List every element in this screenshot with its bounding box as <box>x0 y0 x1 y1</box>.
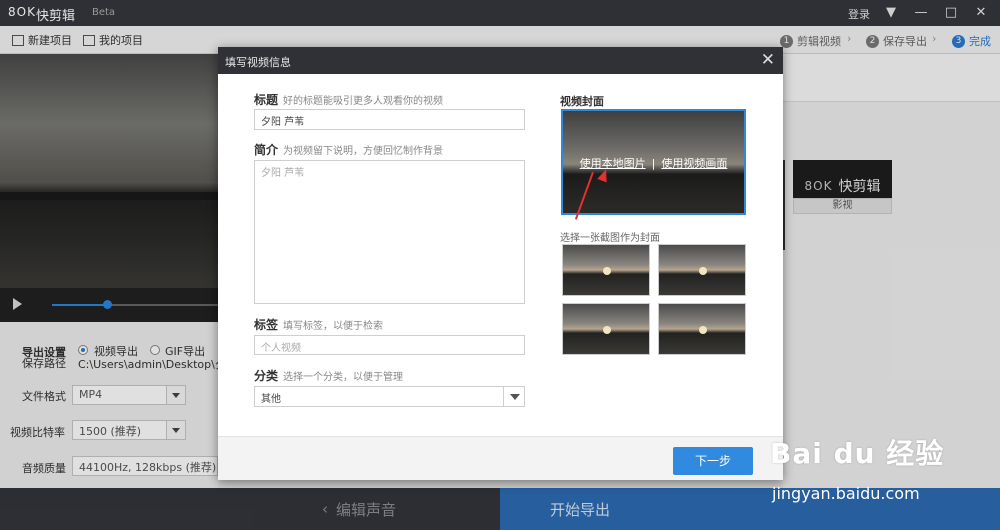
chevron-down-icon[interactable] <box>503 387 525 406</box>
cover-screenshot[interactable] <box>658 244 746 296</box>
category-select[interactable]: 其他 <box>254 386 525 407</box>
intro-textarea[interactable]: 夕阳 芦苇 <box>254 160 525 304</box>
sun-highlight <box>603 326 611 334</box>
sun-highlight <box>603 267 611 275</box>
cover-title: 视频封面 <box>560 95 604 108</box>
title-bar: 8OK 快剪辑 Beta 登录 ▼ — □ ✕ <box>0 0 1000 26</box>
sun-highlight <box>699 326 707 334</box>
watermark-url: jingyan.baidu.com <box>772 484 920 503</box>
screenshot-hint: 选择一张截图作为封面 <box>560 233 660 244</box>
sun-highlight <box>699 267 707 275</box>
app-beta-tag: Beta <box>92 7 116 18</box>
title-input[interactable]: 夕阳 芦苇 <box>254 109 525 130</box>
tags-input[interactable]: 个人视频 <box>254 335 525 355</box>
tags-field-label: 标签 填写标签，以便于检索 <box>254 316 383 333</box>
cover-preview: 使用本地图片 | 使用视频画面 <box>561 109 746 215</box>
category-label: 分类 <box>254 369 279 383</box>
title-label: 标题 <box>254 93 279 107</box>
cover-screenshot[interactable] <box>562 244 650 296</box>
use-local-image-link[interactable]: 使用本地图片 <box>580 157 646 170</box>
dialog-footer: 下一步 <box>218 436 783 480</box>
maximize-icon[interactable]: □ <box>940 3 962 23</box>
app-name: 快剪辑 <box>36 9 76 24</box>
cover-screenshot[interactable] <box>658 303 746 355</box>
use-video-frame-link[interactable]: 使用视频画面 <box>661 157 727 170</box>
login-link[interactable]: 登录 <box>848 6 870 22</box>
close-icon[interactable]: ✕ <box>970 3 992 23</box>
category-hint: 选择一个分类，以便于管理 <box>283 372 404 383</box>
minimize-icon[interactable]: — <box>910 3 932 23</box>
title-field-label: 标题 好的标题能吸引更多人观看你的视频 <box>254 91 443 108</box>
next-step-button[interactable]: 下一步 <box>673 447 753 475</box>
category-field-label: 分类 选择一个分类，以便于管理 <box>254 367 403 384</box>
category-value: 其他 <box>261 394 281 405</box>
app-logo: 8OK <box>8 5 36 19</box>
intro-hint: 为视频留下说明，方便回忆制作背景 <box>283 146 444 157</box>
intro-field-label: 简介 为视频留下说明，方便回忆制作背景 <box>254 141 443 158</box>
cover-actions: 使用本地图片 | 使用视频画面 <box>563 155 744 171</box>
tags-label: 标签 <box>254 318 279 332</box>
baidu-jingyan-watermark: Bai du 经验 jingyan.baidu.com <box>770 432 945 503</box>
tags-hint: 填写标签，以便于检索 <box>283 321 384 332</box>
intro-label: 简介 <box>254 143 279 157</box>
dialog-header: 填写视频信息 ✕ <box>218 47 783 74</box>
cover-separator: | <box>651 157 656 170</box>
cover-screenshot[interactable] <box>562 303 650 355</box>
watermark-logo: Bai du 经验 <box>770 437 945 470</box>
menu-icon[interactable]: ▼ <box>880 3 902 23</box>
dialog-title: 填写视频信息 <box>225 56 291 69</box>
video-info-dialog: 填写视频信息 ✕ 标题 好的标题能吸引更多人观看你的视频 夕阳 芦苇 简介 为视频留… <box>218 47 783 480</box>
close-icon[interactable]: ✕ <box>761 50 775 70</box>
title-hint: 好的标题能吸引更多人观看你的视频 <box>283 96 444 107</box>
